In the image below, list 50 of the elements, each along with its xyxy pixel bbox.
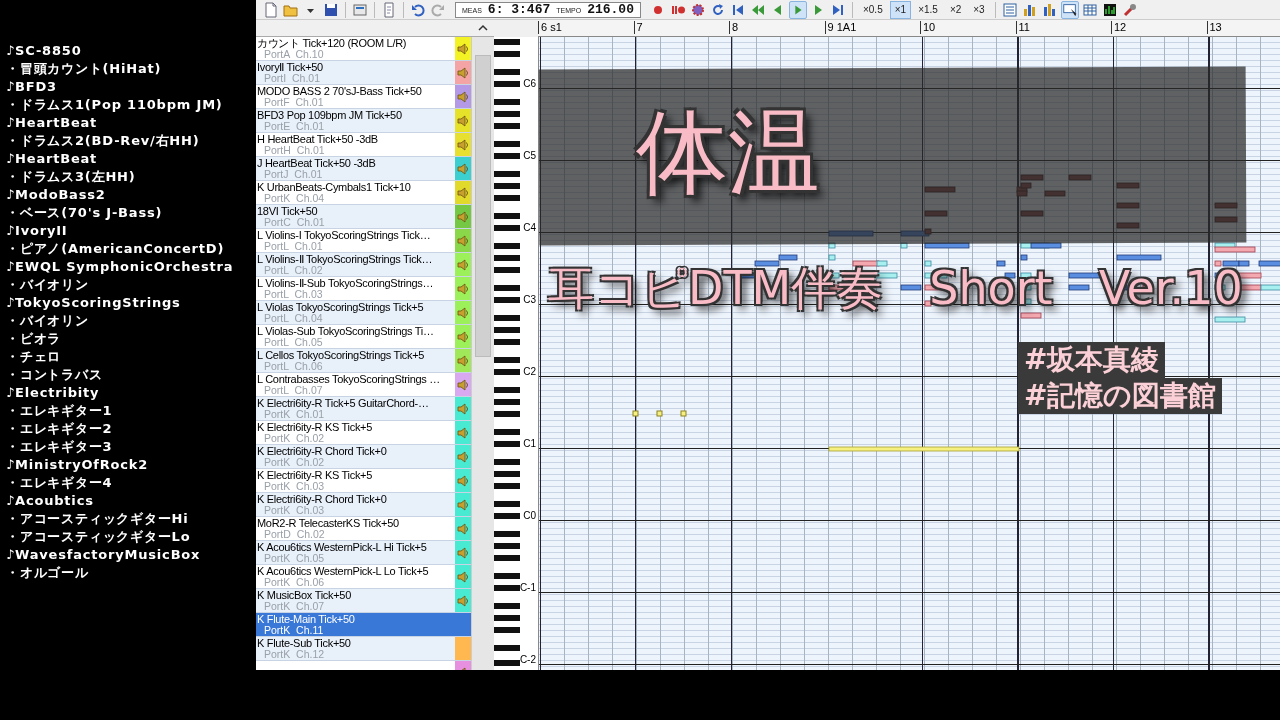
octave-label: C5 (523, 151, 536, 161)
instrument-line: ♪BFD3 (6, 78, 58, 96)
instrument-line: ・オルゴール (6, 564, 90, 582)
instrument-line: ♪TokyoScoringStrings (6, 294, 182, 312)
instrument-line: ♪Electribity (6, 384, 101, 402)
instrument-line: ・バイオリン (6, 276, 90, 294)
instrument-line: ・ベース(70's J-Bass) (6, 204, 164, 222)
measure-number: 12 (1111, 21, 1127, 34)
instrument-line: ・バイオリン (6, 312, 90, 330)
instrument-line: ♪MinistryOfRock2 (6, 456, 150, 474)
hashtag: #記憶の図書館 (1018, 378, 1223, 414)
instrument-line: ・アコースティックギターHi (6, 510, 190, 528)
octave-label: C2 (523, 367, 536, 377)
instrument-line: ・ドラムス2(BD-Rev/右HH) (6, 132, 201, 150)
measure-number: 6 s1 (538, 21, 562, 34)
instrument-line: ♪EWQL SymphonicOrchestra (6, 258, 235, 276)
instrument-line: ♪Acoubtics (6, 492, 95, 510)
instrument-line: ♪WavesfactoryMusicBox (6, 546, 202, 564)
instrument-line: ♪HeartBeat (6, 114, 99, 132)
instrument-line: ♪HeartBeat (6, 150, 99, 168)
octave-label: C3 (523, 295, 536, 305)
instrument-line: ・アコースティックギターLo (6, 528, 192, 546)
octave-label: C4 (523, 223, 536, 233)
measure-number: 13 (1206, 21, 1222, 34)
octave-label: C-2 (519, 655, 536, 665)
instrument-line: ♪IvoryII (6, 222, 69, 240)
instrument-line: ・ドラムス1(Pop 110bpm JM) (6, 96, 224, 114)
octave-label: C-1 (519, 583, 536, 593)
instrument-line: ・エレキギター4 (6, 474, 114, 492)
instrument-line: ・ピアノ(AmericanConcertD) (6, 240, 226, 258)
measure-number: 11 (1015, 21, 1030, 34)
video-title: 体温 (636, 98, 820, 208)
octave-label: C6 (523, 79, 536, 89)
instrument-line: ・チェロ (6, 348, 63, 366)
instrument-line: ・冒頭カウント(HiHat) (6, 60, 163, 78)
instrument-line: ・ドラムス3(左HH) (6, 168, 137, 186)
hashtag: #坂本真綾 (1018, 342, 1166, 378)
octave-label: C1 (523, 439, 536, 449)
instrument-line: ♪ModoBass2 (6, 186, 107, 204)
instrument-line: ・エレキギター2 (6, 420, 114, 438)
instrument-line: ・コントラバス (6, 366, 104, 384)
octave-label: C0 (523, 511, 536, 521)
instrument-line: ♪SC-8850 (6, 42, 83, 60)
measure-number: 8 (729, 21, 739, 34)
measure-number: 7 (633, 21, 643, 34)
instrument-line: ・ビオラ (6, 330, 63, 348)
instrument-line: ・エレキギター3 (6, 438, 114, 456)
instrument-line: ・エレキギター1 (6, 402, 114, 420)
measure-number: 10 (920, 21, 936, 34)
measure-number: 9 1A1 (824, 21, 857, 34)
